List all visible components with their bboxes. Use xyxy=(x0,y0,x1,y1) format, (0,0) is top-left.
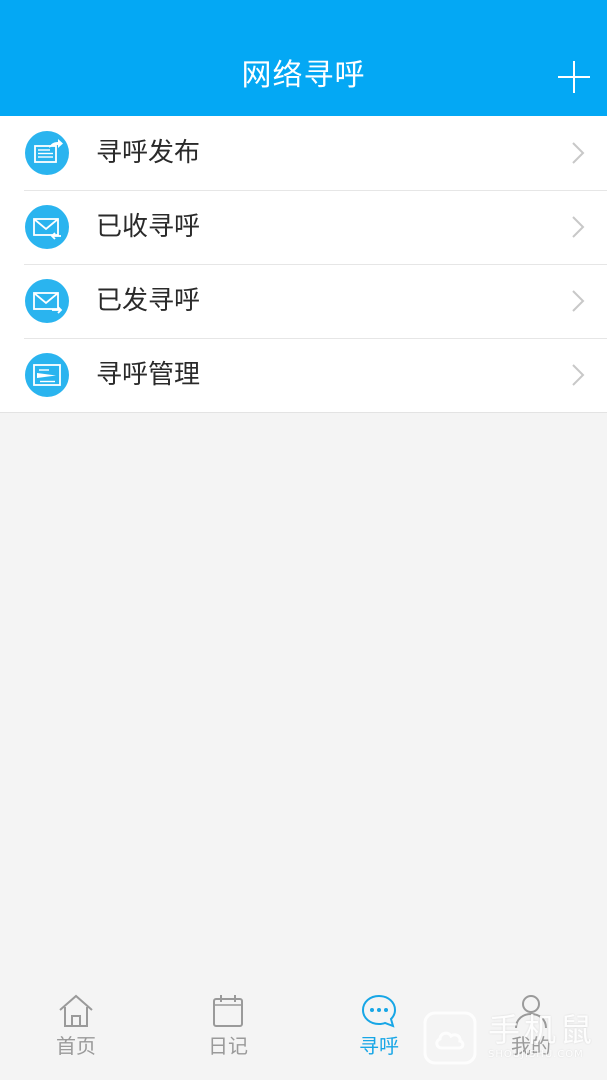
tab-home[interactable]: 首页 xyxy=(0,984,152,1080)
sent-mail-icon xyxy=(25,279,69,323)
menu-item-label: 寻呼发布 xyxy=(96,138,201,168)
menu-item-manage[interactable]: 寻呼管理 xyxy=(0,338,607,412)
app-header: 网络寻呼 xyxy=(0,0,607,116)
pager-menu-list: 寻呼发布 已收寻呼 已发寻呼 寻呼管理 xyxy=(0,116,607,413)
watermark-subtext: SHOUJISHU.COM xyxy=(488,1049,584,1060)
menu-item-label: 已收寻呼 xyxy=(96,212,201,242)
calendar-icon xyxy=(213,995,243,1027)
chevron-right-icon xyxy=(572,142,585,164)
plus-icon xyxy=(558,61,590,93)
watermark: 手机鼠 SHOUJISHU.COM xyxy=(422,1008,602,1070)
publish-page-icon xyxy=(25,131,69,175)
menu-item-label: 已发寻呼 xyxy=(96,286,201,316)
chevron-right-icon xyxy=(572,216,585,238)
menu-item-sent[interactable]: 已发寻呼 xyxy=(0,264,607,338)
menu-item-received[interactable]: 已收寻呼 xyxy=(0,190,607,264)
tab-label: 日记 xyxy=(208,1034,248,1058)
tab-diary[interactable]: 日记 xyxy=(152,984,304,1080)
received-mail-icon xyxy=(25,205,69,249)
chevron-right-icon xyxy=(572,364,585,386)
chat-bubble-icon xyxy=(361,994,397,1028)
chevron-right-icon xyxy=(572,290,585,312)
page-title: 网络寻呼 xyxy=(241,58,366,93)
menu-item-publish[interactable]: 寻呼发布 xyxy=(0,116,607,190)
watermark-logo-icon xyxy=(423,1011,477,1065)
menu-item-label: 寻呼管理 xyxy=(96,360,201,390)
add-button[interactable] xyxy=(557,60,591,94)
home-icon xyxy=(59,994,93,1027)
manage-page-icon xyxy=(25,353,69,397)
watermark-text: 手机鼠 xyxy=(488,1011,597,1049)
tab-label: 首页 xyxy=(56,1034,96,1058)
